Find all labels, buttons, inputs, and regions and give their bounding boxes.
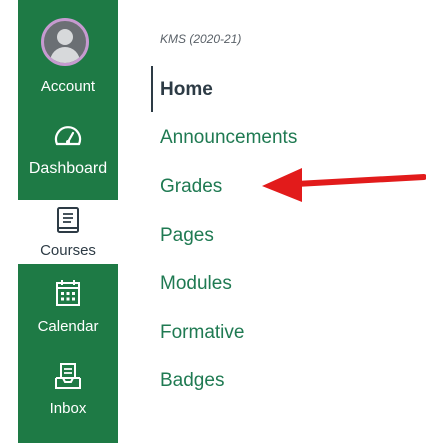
courses-label: Courses: [40, 242, 96, 259]
calendar-icon: [56, 280, 80, 306]
account-label: Account: [40, 78, 96, 95]
global-nav-account[interactable]: Account: [18, 0, 118, 110]
course-nav-grades[interactable]: Grades: [160, 176, 222, 198]
global-nav-calendar[interactable]: Calendar: [18, 264, 118, 350]
global-nav-bottom-block: Calendar Inbox: [18, 264, 118, 443]
course-nav-badges[interactable]: Badges: [160, 370, 224, 392]
active-indicator: [151, 66, 153, 112]
course-nav-formative[interactable]: Formative: [160, 322, 244, 344]
inbox-label: Inbox: [49, 400, 87, 417]
global-nav: Account Dashboard Courses Calendar Inbox: [18, 0, 118, 443]
inbox-icon: [55, 363, 81, 389]
red-arrow-annotation: [262, 168, 426, 202]
user-avatar-icon: [41, 18, 89, 66]
course-nav-modules[interactable]: Modules: [160, 273, 232, 295]
dashboard-label: Dashboard: [28, 160, 108, 177]
global-nav-courses[interactable]: Courses: [18, 200, 118, 264]
course-nav-pages[interactable]: Pages: [160, 225, 214, 247]
global-nav-inbox[interactable]: Inbox: [18, 350, 118, 443]
global-nav-dashboard[interactable]: Dashboard: [18, 110, 118, 200]
course-nav-home[interactable]: Home: [160, 79, 213, 101]
book-icon: [57, 207, 79, 233]
course-nav-announcements[interactable]: Announcements: [160, 127, 297, 149]
global-nav-top-block: Account Dashboard: [18, 0, 118, 200]
speedometer-icon: [54, 126, 82, 146]
course-title: KMS (2020-21): [160, 32, 242, 46]
calendar-label: Calendar: [37, 318, 99, 335]
